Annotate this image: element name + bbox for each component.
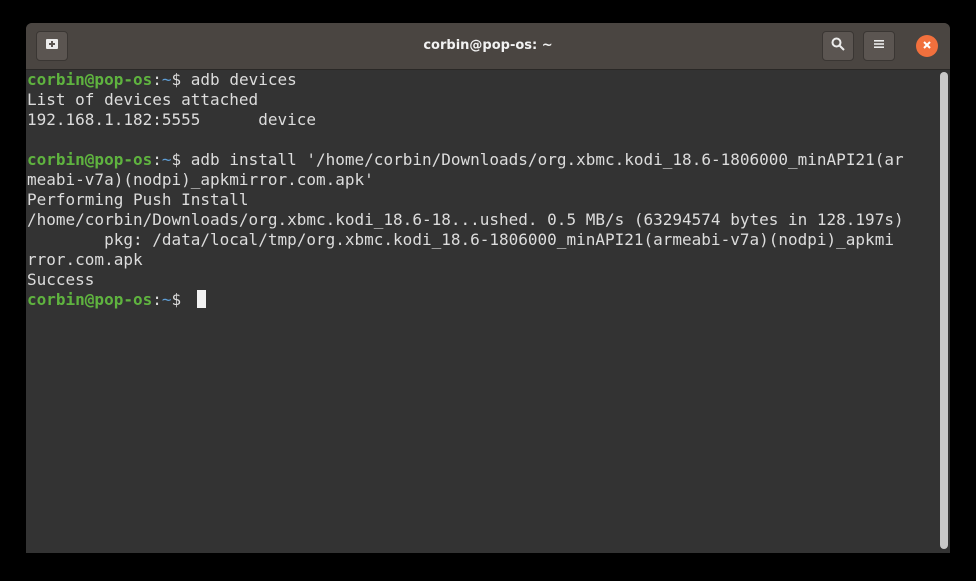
prompt-dollar: $ <box>171 150 191 169</box>
prompt-path: ~ <box>161 150 172 169</box>
command-text: adb install '/home/corbin/Downloads/org.… <box>190 150 904 169</box>
close-button[interactable] <box>916 35 938 57</box>
prompt-line: corbin@pop-os:~$ adb install '/home/corb… <box>27 150 937 170</box>
prompt-separator: : <box>152 150 162 169</box>
prompt-path: ~ <box>161 70 172 89</box>
output-line: Success <box>27 270 95 289</box>
hamburger-menu-icon <box>873 37 885 55</box>
command-continuation: meabi-v7a)(nodpi)_apkmirror.com.apk' <box>27 170 374 189</box>
prompt-line: corbin@pop-os:~$ <box>27 290 937 310</box>
prompt-dollar: $ <box>171 70 191 89</box>
scrollbar-thumb[interactable] <box>940 72 948 549</box>
output-line: Performing Push Install <box>27 190 249 209</box>
search-icon <box>831 37 845 56</box>
prompt-user: corbin@pop-os <box>27 70 153 89</box>
search-button[interactable] <box>822 31 854 61</box>
output-line: pkg: /data/local/tmp/org.xbmc.kodi_18.6-… <box>27 230 894 249</box>
window-title: corbin@pop-os: ~ <box>423 38 553 53</box>
prompt-separator: : <box>152 70 162 89</box>
menu-button[interactable] <box>863 31 895 61</box>
output-line: 192.168.1.182:5555 device <box>27 110 316 129</box>
close-icon <box>922 37 932 55</box>
output-line: List of devices attached <box>27 90 259 109</box>
terminal-window: corbin@pop-os: ~ corbin@pop-os:~$ adb de… <box>26 23 950 553</box>
prompt-path: ~ <box>161 290 172 309</box>
output-line: rror.com.apk <box>27 250 143 269</box>
scrollbar[interactable] <box>938 70 950 553</box>
prompt-separator: : <box>152 290 162 309</box>
text-cursor <box>196 290 206 308</box>
prompt-user: corbin@pop-os <box>27 150 153 169</box>
output-line: /home/corbin/Downloads/org.xbmc.kodi_18.… <box>27 210 904 229</box>
prompt-dollar: $ <box>171 290 191 309</box>
header-bar: corbin@pop-os: ~ <box>26 23 950 70</box>
prompt-line: corbin@pop-os:~$ adb devices <box>27 70 937 90</box>
command-text: adb devices <box>190 70 297 89</box>
prompt-user: corbin@pop-os <box>27 290 153 309</box>
terminal-output[interactable]: corbin@pop-os:~$ adb devices List of dev… <box>27 70 937 553</box>
